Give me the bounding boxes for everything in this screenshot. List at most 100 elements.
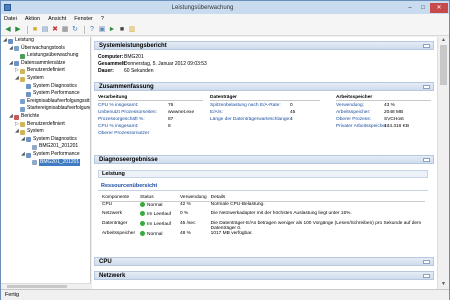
details-cell: Normale CPU-Belastung. xyxy=(210,201,265,207)
tree-item[interactable]: BMG201_201201 xyxy=(1,143,90,151)
collapse-icon[interactable] xyxy=(423,44,430,48)
tree-item-label: Benutzerdefiniert xyxy=(27,67,65,74)
report-icon[interactable]: ▣ xyxy=(98,26,106,34)
collapse-icon[interactable] xyxy=(423,274,430,278)
network-section-header[interactable]: Netzwerk xyxy=(94,271,434,280)
tree-item[interactable]: ◢ Leistung xyxy=(1,37,90,45)
stop-icon[interactable]: ■ xyxy=(118,26,126,34)
column-header[interactable]: Verwendung xyxy=(178,195,209,202)
tree-item[interactable]: ◢ System xyxy=(1,75,90,83)
node-icon xyxy=(26,91,31,97)
tree-item[interactable]: BMG201_201201 xyxy=(1,158,90,167)
menu-view[interactable]: Ansicht xyxy=(48,16,66,22)
maximize-button[interactable]: □ xyxy=(417,3,429,13)
menu-action[interactable]: Aktion xyxy=(25,16,40,22)
report-header[interactable]: Systemleistungsbericht xyxy=(94,41,434,50)
toolbar: ◀ ▶ ■ ▤ ✖ ▦ ↻ ? ▣ ► ■ ▥ xyxy=(1,24,449,36)
node-icon xyxy=(14,46,19,52)
tree-item[interactable]: Startereignisablaufverfolgungssitzungen xyxy=(1,105,90,113)
tree-item-label: Datensammlersätze xyxy=(21,59,66,66)
summary-key[interactable]: CPU % insgesamt: xyxy=(98,102,168,109)
duration-value: 60 Sekunden xyxy=(124,68,154,74)
properties-icon[interactable]: ▦ xyxy=(61,26,69,34)
scroll-down-icon[interactable]: ▼ xyxy=(438,281,449,288)
summary-value: 45 xyxy=(290,110,296,115)
tree-item[interactable]: ▷ Benutzerdefiniert xyxy=(1,121,90,129)
summary-key[interactable]: E/A/s: xyxy=(210,109,290,116)
memory-heading: Arbeitsspeicher xyxy=(336,95,431,101)
close-button[interactable]: ✕ xyxy=(430,2,448,13)
tree-item[interactable]: ◢ System Performance xyxy=(1,151,90,159)
tree-item[interactable]: ◢ Berichte xyxy=(1,113,90,121)
refresh-icon[interactable]: ↻ xyxy=(71,26,79,34)
collapse-icon[interactable] xyxy=(423,260,430,264)
menu-bar: Datei Aktion Ansicht Fenster ? xyxy=(1,14,449,24)
summary-key[interactable]: Oberer Prozessornutzer xyxy=(98,130,168,137)
save-icon[interactable]: ▥ xyxy=(128,26,136,34)
summary-key[interactable]: Unbenutzt Prozessorseiten: xyxy=(98,109,168,116)
scrollbar-thumb[interactable] xyxy=(7,285,67,288)
tree-item-label: BMG201_201201 xyxy=(39,143,79,150)
details-cell: Die Netzwerkadapter mit der höchsten Aus… xyxy=(210,211,352,216)
diagnostics-header[interactable]: Diagnoseergebnisse xyxy=(94,155,434,164)
tree-item-label: System Diagnostics xyxy=(33,82,77,89)
tree-item[interactable]: ◢ System Diagnostics xyxy=(1,136,90,144)
menu-file[interactable]: Datei xyxy=(4,16,17,22)
tree-item[interactable]: System Diagnostics xyxy=(1,83,90,91)
tree-item[interactable]: System Performance xyxy=(1,90,90,98)
play-icon[interactable]: ► xyxy=(108,26,116,34)
status-text: Normal xyxy=(147,202,163,208)
scroll-up-icon[interactable]: ▲ xyxy=(438,37,449,44)
tree-item-label: Berichte xyxy=(21,112,40,119)
summary-key[interactable]: CPU % insgesamt: xyxy=(98,123,168,130)
node-icon xyxy=(8,38,13,44)
status-cell: Im Leerlauf xyxy=(138,211,178,221)
menu-window[interactable]: Fenster xyxy=(74,16,93,22)
minimize-button[interactable]: – xyxy=(404,3,416,13)
summary-key[interactable]: Spitzenbelastung nach E/A-Rate: xyxy=(210,102,290,109)
summary-value: 4 xyxy=(290,117,293,122)
summary-key[interactable]: Verwendung: xyxy=(336,102,384,109)
computer-label: Computer: xyxy=(98,54,124,60)
tree-item[interactable]: ◢ Überwachungstools xyxy=(1,45,90,53)
tree-item-label: Leistungsüberwachung xyxy=(27,52,79,59)
forward-icon[interactable]: ▶ xyxy=(14,26,22,34)
status-cell: Im Leerlauf xyxy=(138,221,178,231)
tree-item[interactable]: ▷ Benutzerdefiniert xyxy=(1,67,90,75)
scrollbar-thumb[interactable] xyxy=(440,45,447,85)
tree-item[interactable]: ◢ Datensammlersätze xyxy=(1,60,90,68)
back-icon[interactable]: ◀ xyxy=(4,26,12,34)
performance-subheader[interactable]: Leistung xyxy=(98,170,428,178)
collapse-icon[interactable] xyxy=(423,85,430,89)
folder-icon[interactable]: ■ xyxy=(31,26,39,34)
summary-key[interactable]: Länge der Datenträgerwarteschlange: xyxy=(210,116,291,123)
tree-item[interactable]: Ereignisablaufverfolgungssitzungen xyxy=(1,98,90,106)
summary-key[interactable]: Privater Arbeitsspeicher: xyxy=(336,123,388,130)
status-bar: Fertig xyxy=(1,289,449,300)
cpu-section-header[interactable]: CPU xyxy=(94,257,434,266)
panel-icon[interactable]: ▤ xyxy=(41,26,49,34)
report-vertical-scrollbar[interactable]: ▲ ▼ xyxy=(437,37,449,289)
summary-header[interactable]: Zusammenfassung xyxy=(94,82,434,91)
resource-table: Komponente Status Verwendung Details CPU Norm… xyxy=(100,195,425,241)
summary-key[interactable]: Prozessorgeschäft %: xyxy=(98,116,168,123)
performance-title: Leistung xyxy=(102,171,125,177)
tree-item[interactable]: Leistungsüberwachung xyxy=(1,52,90,60)
status-text: Im Leerlauf xyxy=(147,221,171,227)
node-icon xyxy=(20,68,25,74)
help-icon[interactable]: ? xyxy=(88,26,96,34)
summary-key[interactable]: Arbeitsspeicher: xyxy=(336,109,384,116)
status-text: Normal xyxy=(147,231,163,237)
node-icon xyxy=(20,53,25,59)
node-icon xyxy=(20,106,25,112)
menu-help[interactable]: ? xyxy=(101,16,104,22)
collapse-icon[interactable] xyxy=(423,158,430,162)
tree-item[interactable]: ◢ System xyxy=(1,128,90,136)
tree-item-label: Ereignisablaufverfolgungssitzungen xyxy=(27,97,90,104)
tree-item-label: BMG201_201201 xyxy=(39,158,81,167)
delete-icon[interactable]: ✖ xyxy=(51,26,59,34)
summary-row: Oberer Prozess: SVCHost xyxy=(336,116,431,123)
summary-row: Privater Arbeitsspeicher:144.316 KB xyxy=(336,123,431,130)
summary-row: E/A/s: 45 xyxy=(210,109,320,116)
summary-key[interactable]: Oberer Prozess: xyxy=(336,116,384,123)
